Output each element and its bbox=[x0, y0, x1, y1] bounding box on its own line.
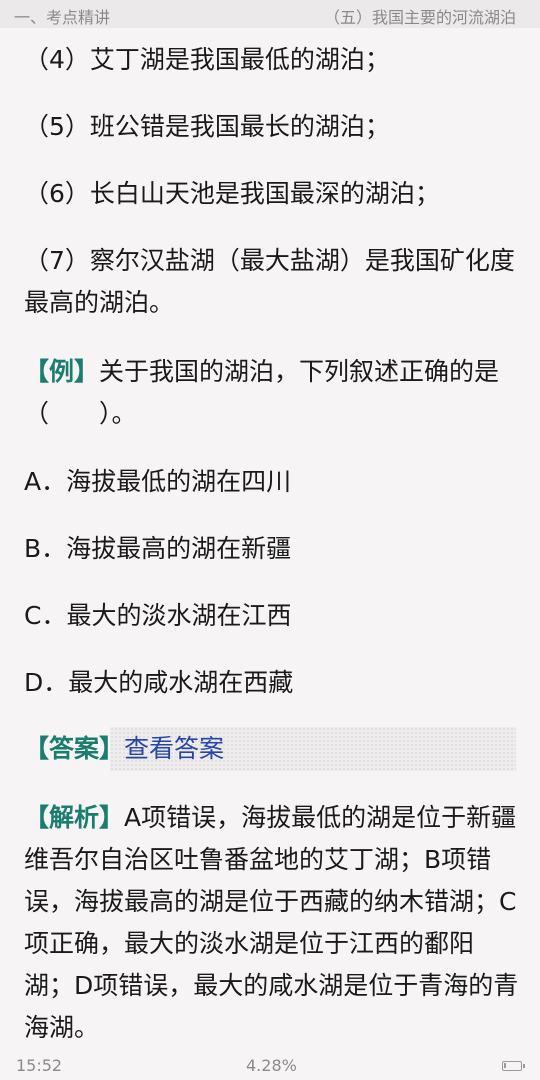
option-d: D．最大的咸水湖在西藏 bbox=[24, 668, 294, 697]
item-4: （4）艾丁湖是我国最低的湖泊； bbox=[24, 45, 390, 74]
answer-line: 【答案】查看答案 bbox=[24, 728, 520, 770]
analysis-tag: 【解析】 bbox=[24, 803, 125, 832]
answer-tag: 【答案】 bbox=[24, 734, 125, 763]
clock: 15:52 bbox=[16, 1056, 63, 1075]
item-6: （6）长白山天池是我国最深的湖泊； bbox=[24, 179, 440, 208]
example-tag: 【例】 bbox=[24, 357, 100, 386]
item-7: （7）察尔汉盐湖（最大盐湖）是我国矿化度最高的湖泊。 bbox=[24, 246, 515, 317]
analysis: 【解析】A项错误，海拔最低的湖是位于新疆维吾尔自治区吐鲁番盆地的艾丁湖；B项错误… bbox=[24, 797, 520, 1049]
option-c: C．最大的淡水湖在江西 bbox=[24, 601, 292, 630]
example-question: 【例】关于我国的湖泊，下列叙述正确的是（ ）。 bbox=[24, 351, 520, 435]
battery-level-fill bbox=[504, 1063, 506, 1068]
view-answer-link[interactable]: 查看答案 bbox=[124, 734, 224, 763]
reading-progress: 4.28% bbox=[246, 1056, 297, 1075]
section-title: （五）我国主要的河流湖泊 bbox=[323, 8, 516, 27]
item-5: （5）班公错是我国最长的湖泊； bbox=[24, 112, 390, 141]
chapter-title: 一、考点精讲 bbox=[14, 8, 111, 27]
reader-footer: 15:52 4.28% bbox=[0, 1052, 540, 1080]
option-b: B．海拔最高的湖在新疆 bbox=[24, 534, 292, 563]
battery-icon bbox=[502, 1061, 525, 1071]
reader-header: 一、考点精讲 （五）我国主要的河流湖泊 bbox=[0, 0, 540, 28]
analysis-text: A项错误，海拔最低的湖是位于新疆维吾尔自治区吐鲁番盆地的艾丁湖；B项错误，海拔最… bbox=[24, 803, 519, 1042]
option-a: A．海拔最低的湖在四川 bbox=[24, 467, 292, 496]
